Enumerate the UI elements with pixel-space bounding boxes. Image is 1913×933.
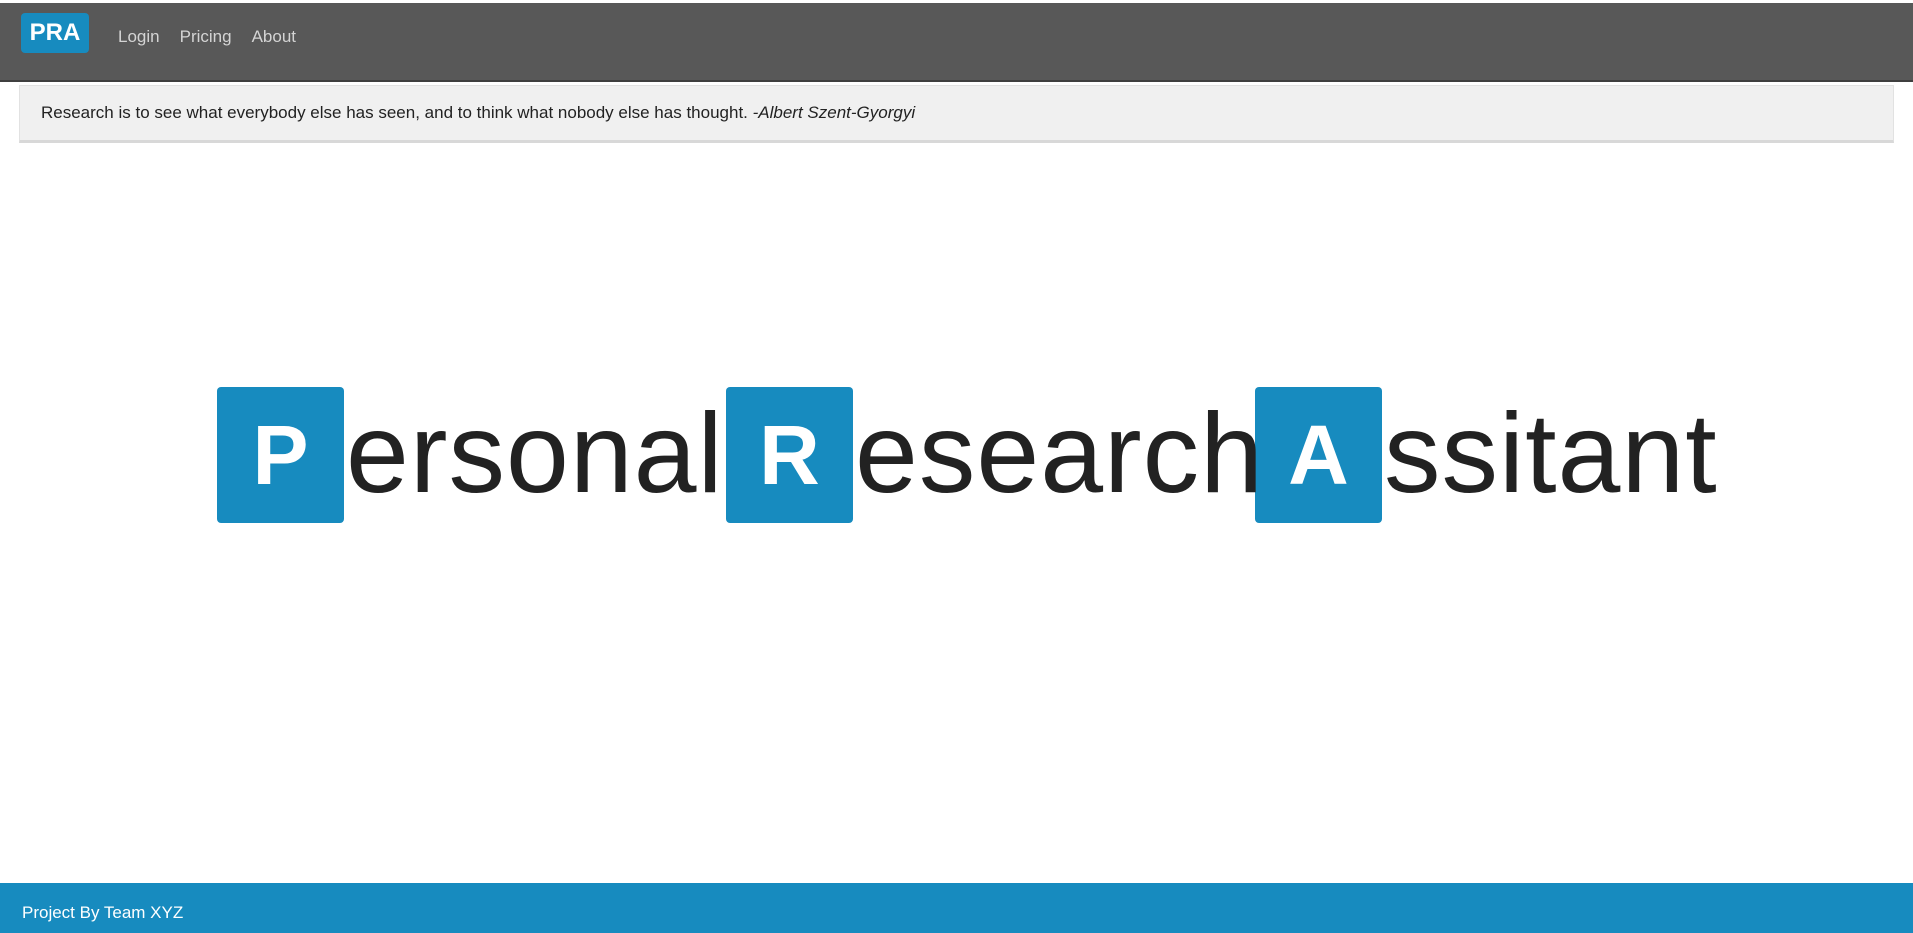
hero-initial-p: P: [217, 387, 344, 523]
quote-author: -Albert Szent-Gyorgyi: [752, 103, 916, 122]
hero-title: P ersonal R esearch A ssitant: [217, 387, 1718, 523]
hero-word-rest: esearch: [855, 390, 1265, 516]
quote-text: Research is to see what everybody else h…: [41, 103, 753, 122]
footer-text: Project By Team XYZ: [22, 903, 184, 922]
nav-login-link[interactable]: Login: [118, 27, 160, 47]
hero-word-rest: ssitant: [1384, 390, 1718, 516]
hero-initial-a: A: [1255, 387, 1382, 523]
top-navbar: PRA Login Pricing About: [0, 3, 1913, 82]
nav-about-link[interactable]: About: [252, 27, 296, 47]
footer: Project By Team XYZ: [0, 883, 1913, 933]
hero-word-personal: P ersonal: [217, 387, 724, 523]
hero-word-rest: ersonal: [346, 390, 724, 516]
hero-word-research: R esearch: [726, 387, 1265, 523]
nav-pricing-link[interactable]: Pricing: [180, 27, 232, 47]
hero-word-assitant: A ssitant: [1255, 387, 1718, 523]
hero-initial-r: R: [726, 387, 853, 523]
quote-banner: Research is to see what everybody else h…: [19, 85, 1894, 143]
nav-links: Login Pricing About: [118, 27, 296, 47]
brand-logo-button[interactable]: PRA: [21, 13, 89, 53]
page: PRA Login Pricing About Research is to s…: [0, 0, 1913, 933]
